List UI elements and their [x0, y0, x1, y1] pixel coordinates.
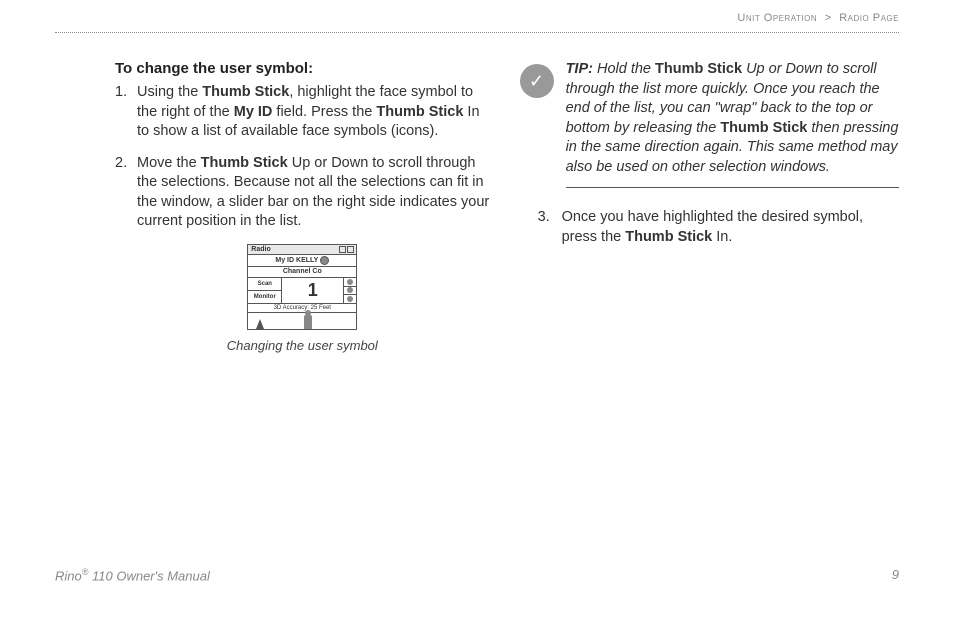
step-3: 3. Once you have highlighted the desired…: [520, 208, 899, 247]
thumb-stick-term: Thumb Stick: [202, 84, 289, 100]
monitor-button: Monitor: [248, 291, 282, 303]
scan-button: Scan: [248, 278, 282, 291]
device-id-row: My ID KELLY: [248, 255, 356, 267]
thumb-stick-term: Thumb Stick: [720, 120, 807, 136]
thumb-stick-term: Thumb Stick: [655, 61, 742, 77]
step-2: Move the Thumb Stick Up or Down to scrol…: [115, 154, 490, 232]
tree-icon: [256, 319, 264, 329]
device-screenshot: Radio My ID KELLY Channel Co Scan Monito…: [247, 244, 357, 330]
device-channel-header: Channel Co: [248, 267, 356, 278]
titlebar-icons: [339, 246, 354, 253]
thumb-stick-term: Thumb Stick: [376, 104, 463, 120]
page-number: 9: [892, 567, 899, 583]
page-footer: Rino® 110 Owner's Manual 9: [55, 567, 899, 583]
step-number: 3.: [538, 208, 550, 228]
step-1: Using the Thumb Stick, highlight the fac…: [115, 83, 490, 142]
thumb-stick-term: Thumb Stick: [201, 155, 288, 171]
accuracy-row: 3D Accuracy: 25 Feet: [248, 304, 356, 313]
header-divider: [55, 32, 899, 33]
scene-illustration: [248, 313, 356, 330]
figure-caption: Changing the user symbol: [115, 338, 490, 353]
tip-block: ✓ TIP: Hold the Thumb Stick Up or Down t…: [520, 60, 899, 188]
manual-title: Rino® 110 Owner's Manual: [55, 567, 210, 583]
left-column: To change the user symbol: Using the Thu…: [115, 60, 490, 353]
channel-number: 1: [282, 278, 344, 303]
tip-text: TIP: Hold the Thumb Stick Up or Down to …: [566, 60, 899, 188]
right-column: ✓ TIP: Hold the Thumb Stick Up or Down t…: [520, 60, 899, 353]
checkmark-icon: ✓: [520, 64, 554, 98]
tip-label: TIP:: [566, 61, 593, 77]
breadcrumb: Unit Operation > Radio Page: [737, 12, 899, 24]
symbol-list: [344, 278, 356, 303]
thumb-stick-term: Thumb Stick: [625, 229, 712, 245]
breadcrumb-page: Radio Page: [839, 12, 899, 24]
figure: Radio My ID KELLY Channel Co Scan Monito…: [115, 244, 490, 353]
my-id-term: My ID: [234, 104, 273, 120]
person-icon: [304, 315, 312, 329]
breadcrumb-section: Unit Operation: [737, 12, 817, 24]
device-mid: Scan Monitor 1: [248, 278, 356, 304]
section-heading: To change the user symbol:: [115, 60, 490, 77]
device-titlebar: Radio: [248, 245, 356, 255]
face-icon: [320, 256, 329, 265]
breadcrumb-separator: >: [825, 12, 832, 24]
